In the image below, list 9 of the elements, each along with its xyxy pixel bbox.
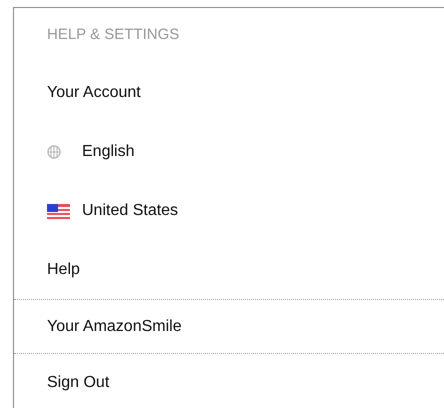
globe-icon: [47, 145, 61, 159]
menu-item[interactable]: United States: [82, 201, 178, 221]
menu-item[interactable]: English: [82, 142, 134, 162]
menu-item[interactable]: Sign Out: [47, 373, 110, 393]
menu-item[interactable]: Your AmazonSmile: [47, 316, 182, 336]
menu-item[interactable]: Your Account: [47, 83, 141, 103]
section-heading: HELP & SETTINGS: [47, 26, 180, 43]
menu-item[interactable]: Help: [47, 260, 80, 280]
flag-icon: [47, 204, 70, 218]
